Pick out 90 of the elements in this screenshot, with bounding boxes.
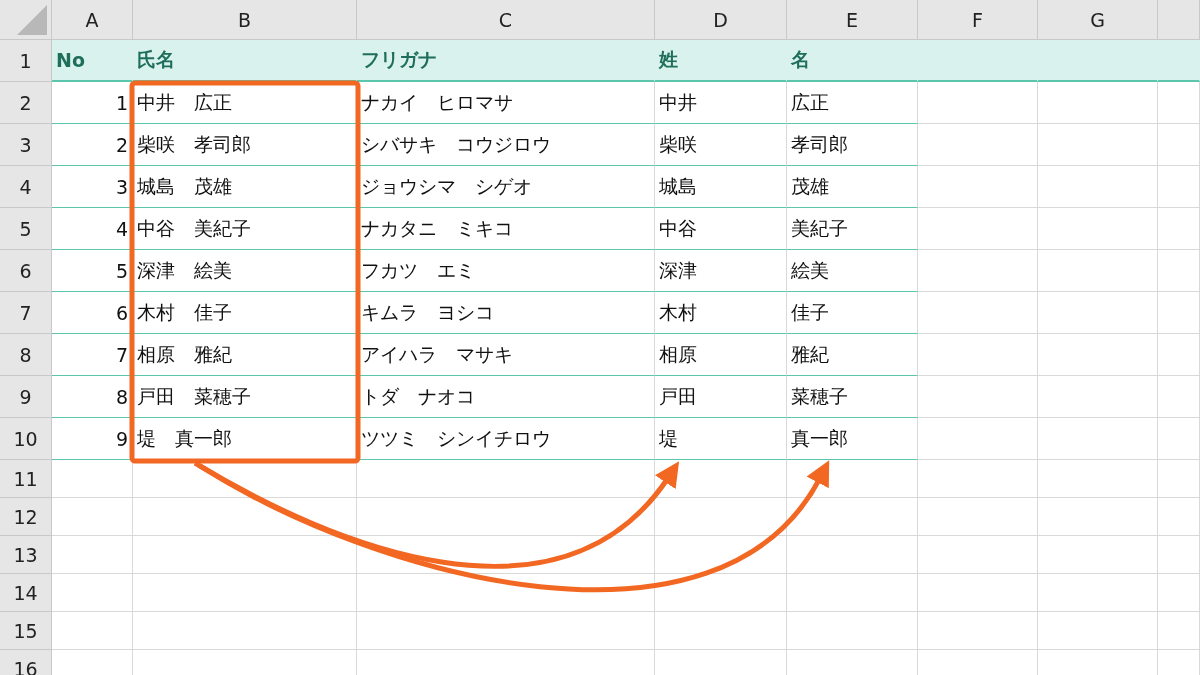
table-cell: ツツミ シンイチロウ — [357, 418, 655, 460]
table-cell: シバサキ コウジロウ — [357, 124, 655, 166]
table-cell: アイハラ マサキ — [357, 334, 655, 376]
empty-cell — [1158, 82, 1200, 124]
table-cell: キムラ ヨシコ — [357, 292, 655, 334]
table-cell: 中谷 美紀子 — [133, 208, 357, 250]
row-header[interactable]: 2 — [0, 82, 52, 124]
empty-cell — [1158, 250, 1200, 292]
column-header[interactable]: D — [655, 0, 787, 40]
triangle-icon — [17, 5, 47, 35]
column-title: No — [52, 40, 133, 82]
table-cell: 相原 — [655, 334, 787, 376]
table-cell: 柴咲 孝司郎 — [133, 124, 357, 166]
table-cell: 相原 雅紀 — [133, 334, 357, 376]
row-header[interactable]: 13 — [0, 536, 52, 574]
table-cell: 9 — [52, 418, 133, 460]
row-header[interactable]: 7 — [0, 292, 52, 334]
table-cell: 城島 茂雄 — [133, 166, 357, 208]
table-cell: 広正 — [787, 82, 918, 124]
column-header[interactable]: A — [52, 0, 133, 40]
table-cell: ナカイ ヒロマサ — [357, 82, 655, 124]
table-cell: 絵美 — [787, 250, 918, 292]
empty-cell — [1158, 124, 1200, 166]
empty-cell — [1158, 612, 1200, 650]
empty-cell — [1158, 292, 1200, 334]
table-cell: トダ ナオコ — [357, 376, 655, 418]
column-header[interactable]: G — [1038, 0, 1158, 40]
column-header[interactable]: E — [787, 0, 918, 40]
table-cell: 菜穂子 — [787, 376, 918, 418]
column-header[interactable] — [1158, 0, 1200, 40]
table-cell: 雅紀 — [787, 334, 918, 376]
column-header[interactable]: F — [918, 0, 1038, 40]
empty-cell — [1158, 574, 1200, 612]
table-cell: 8 — [52, 376, 133, 418]
table-cell: 深津 絵美 — [133, 250, 357, 292]
empty-cell — [1158, 460, 1200, 498]
table-cell: 木村 佳子 — [133, 292, 357, 334]
table-cell: 戸田 — [655, 376, 787, 418]
table-cell: 堤 真一郎 — [133, 418, 357, 460]
table-cell: フカツ エミ — [357, 250, 655, 292]
empty-cell — [1158, 418, 1200, 460]
table-cell: 柴咲 — [655, 124, 787, 166]
table-cell: 佳子 — [787, 292, 918, 334]
table-cell: 木村 — [655, 292, 787, 334]
row-header[interactable]: 14 — [0, 574, 52, 612]
empty-cell — [1158, 536, 1200, 574]
row-header[interactable]: 8 — [0, 334, 52, 376]
empty-cell — [1158, 166, 1200, 208]
empty-cell — [1158, 498, 1200, 536]
table-cell: 城島 — [655, 166, 787, 208]
row-header[interactable]: 6 — [0, 250, 52, 292]
row-header[interactable]: 10 — [0, 418, 52, 460]
table-cell: 美紀子 — [787, 208, 918, 250]
column-title: 名 — [787, 40, 918, 82]
column-title: 氏名 — [133, 40, 357, 82]
table-cell: 中谷 — [655, 208, 787, 250]
column-header[interactable]: C — [357, 0, 655, 40]
table-cell: 茂雄 — [787, 166, 918, 208]
column-header[interactable]: B — [133, 0, 357, 40]
table-cell: 中井 — [655, 82, 787, 124]
row-header[interactable]: 12 — [0, 498, 52, 536]
row-header[interactable]: 3 — [0, 124, 52, 166]
table-cell: ジョウシマ シゲオ — [357, 166, 655, 208]
row-header[interactable]: 16 — [0, 650, 52, 675]
row-header[interactable]: 4 — [0, 166, 52, 208]
table-cell: 戸田 菜穂子 — [133, 376, 357, 418]
column-title: 姓 — [655, 40, 787, 82]
select-all-corner[interactable] — [0, 0, 52, 40]
column-title: フリガナ — [357, 40, 655, 82]
table-cell: 7 — [52, 334, 133, 376]
table-cell: 2 — [52, 124, 133, 166]
table-cell: 3 — [52, 166, 133, 208]
row-header[interactable]: 11 — [0, 460, 52, 498]
table-cell: 4 — [52, 208, 133, 250]
empty-cell — [1158, 334, 1200, 376]
table-cell: 深津 — [655, 250, 787, 292]
row-header[interactable]: 15 — [0, 612, 52, 650]
table-cell: 堤 — [655, 418, 787, 460]
row-header[interactable]: 5 — [0, 208, 52, 250]
table-cell: 孝司郎 — [787, 124, 918, 166]
empty-cell — [1158, 376, 1200, 418]
table-cell: 6 — [52, 292, 133, 334]
table-cell: 中井 広正 — [133, 82, 357, 124]
table-cell: 5 — [52, 250, 133, 292]
empty-cell — [1158, 208, 1200, 250]
table-cell: 1 — [52, 82, 133, 124]
row-header[interactable]: 9 — [0, 376, 52, 418]
row-header[interactable]: 1 — [0, 40, 52, 82]
table-cell: 真一郎 — [787, 418, 918, 460]
table-cell: ナカタニ ミキコ — [357, 208, 655, 250]
